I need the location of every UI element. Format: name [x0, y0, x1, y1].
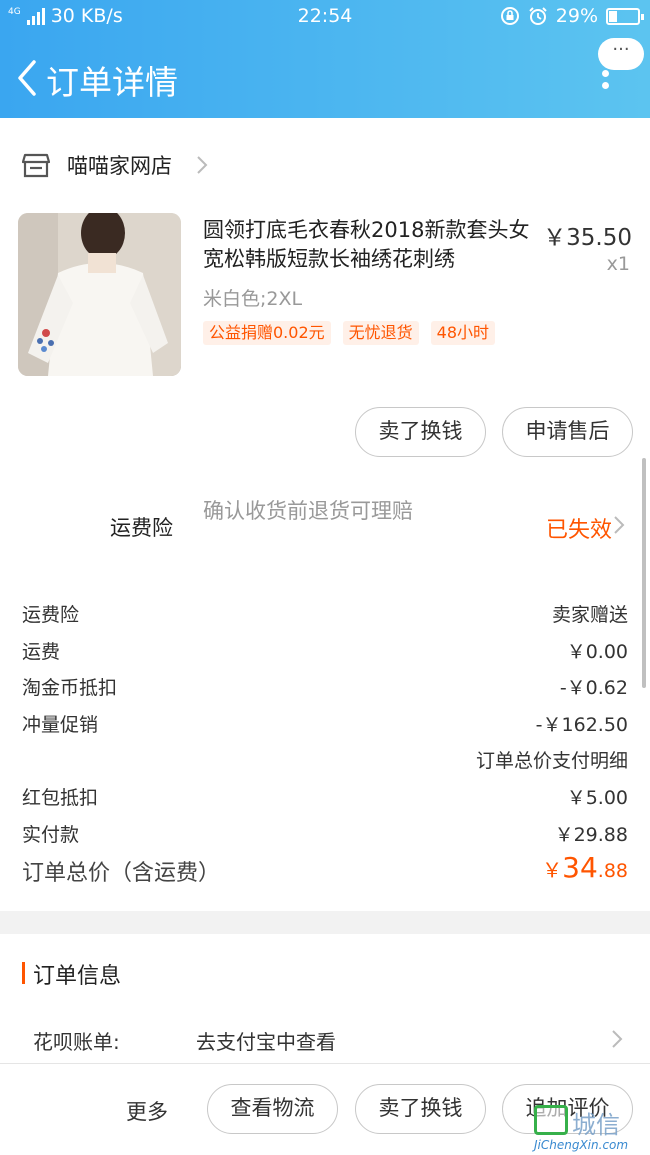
payment-detail-link[interactable]: 订单总价支付明细	[0, 742, 650, 779]
shop-icon	[22, 153, 50, 178]
order-total-row: 订单总价（含运费） ￥34.88	[0, 851, 650, 895]
view-logistics-button[interactable]: 查看物流	[207, 1084, 338, 1134]
huabei-link[interactable]: 去支付宝中查看	[196, 1026, 336, 1055]
fee-row: 运费险 卖家赠送	[22, 604, 628, 626]
order-card: 喵喵家网店 圆领打底毛衣春秋2018新款套头女宽松韩版短款长袖绣花刺绣 ￥35.…	[0, 118, 650, 911]
header: 4G 30 KB/s 22:54 29% 订单详情 ···	[0, 0, 650, 118]
after-sale-button[interactable]: 申请售后	[502, 407, 633, 457]
nav-bar: 订单详情 ···	[0, 38, 650, 114]
product-image[interactable]	[18, 213, 181, 376]
huabei-label: 花呗账单:	[33, 1030, 120, 1054]
chevron-right-icon	[612, 1030, 623, 1048]
fee-row: 红包抵扣 ￥5.00	[22, 786, 628, 809]
fee-row: 冲量促销 -￥162.50	[22, 713, 628, 736]
status-bar: 4G 30 KB/s 22:54 29%	[0, 0, 650, 34]
insurance-label: 运费险	[110, 516, 173, 540]
fee-list: 运费险 卖家赠送 运费 ￥0.00 淘金币抵扣 -￥0.62 冲量促销 -￥162.50…	[0, 596, 650, 852]
alarm-icon	[529, 7, 547, 25]
insurance-desc: 确认收货前退货可理赔	[203, 499, 413, 523]
fee-row: 淘金币抵扣 -￥0.62	[22, 677, 628, 700]
more-menu-icon[interactable]	[602, 70, 612, 96]
shipping-insurance-row[interactable]: 运费险 确认收货前退货可理赔 已失效	[0, 488, 650, 558]
product-price: ￥35.50	[543, 225, 632, 251]
product-title[interactable]: 圆领打底毛衣春秋2018新款套头女宽松韩版短款长袖绣花刺绣	[203, 216, 533, 274]
tag-charity: 公益捐赠0.02元	[203, 321, 331, 345]
chevron-right-icon	[197, 156, 208, 174]
section-title: 订单信息	[33, 964, 122, 989]
back-arrow-icon[interactable]	[12, 58, 42, 98]
shop-name[interactable]: 喵喵家网店	[67, 150, 172, 180]
chevron-right-icon	[614, 516, 625, 534]
sell-button[interactable]: 卖了换钱	[355, 1084, 486, 1134]
product-sku: 米白色;2XL	[203, 288, 303, 310]
message-bubble-button[interactable]: ···	[598, 38, 644, 70]
sweater-image	[18, 213, 181, 376]
battery-percent: 29%	[555, 5, 598, 27]
order-info-card: 订单信息 花呗账单: 去支付宝中查看	[0, 934, 650, 1074]
total-price: ￥34.88	[542, 851, 628, 884]
tag-easy-return: 无忧退货	[342, 321, 419, 345]
section-accent-bar	[22, 962, 25, 984]
fee-row: 实付款 ￥29.88	[22, 823, 628, 846]
product-quantity: x1	[606, 253, 630, 275]
watermark-icon	[534, 1105, 568, 1135]
insurance-status: 已失效	[545, 518, 612, 543]
total-label: 订单总价（含运费）	[22, 861, 221, 886]
fee-row: 运费 ￥0.00	[22, 640, 628, 663]
rotation-lock-icon	[500, 7, 519, 25]
more-button[interactable]: 更多	[126, 1096, 168, 1126]
page-title: 订单详情	[46, 63, 178, 102]
product-tags: 公益捐赠0.02元 无忧退货 48小时	[203, 321, 496, 345]
watermark-logo: 城信 JiChengXin.com	[534, 1103, 650, 1155]
battery-icon	[606, 7, 644, 25]
tag-48h: 48小时	[430, 321, 496, 345]
sell-button[interactable]: 卖了换钱	[355, 407, 486, 457]
shop-row[interactable]: 喵喵家网店	[0, 140, 650, 188]
